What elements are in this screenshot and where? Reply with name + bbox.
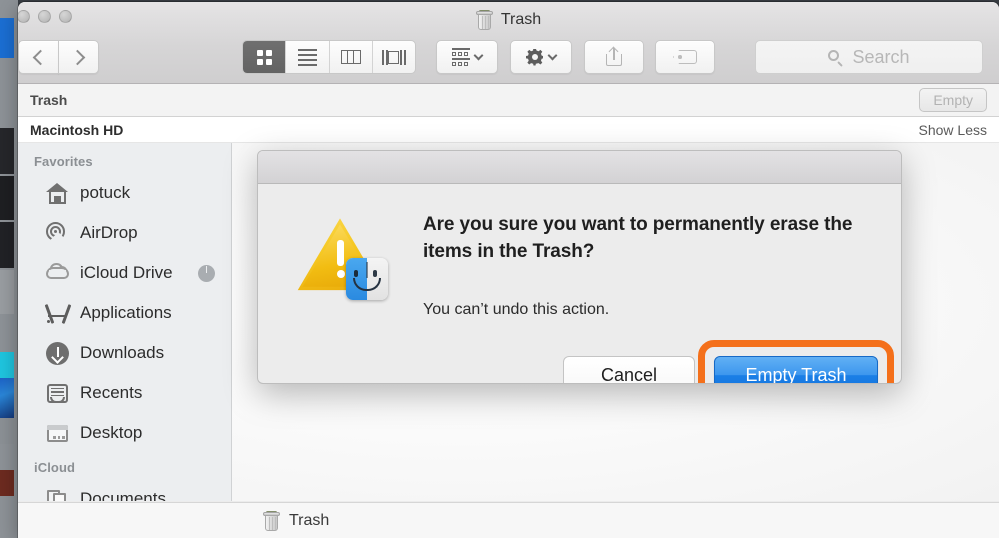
sidebar-item-potuck[interactable]: potuck (18, 173, 231, 213)
sync-progress-icon[interactable] (198, 264, 215, 282)
sidebar-item-label: Documents (80, 489, 166, 501)
sidebar-item-label: iCloud Drive (80, 263, 173, 282)
sidebar-heading-favorites: Favorites (34, 154, 93, 169)
empty-trash-button[interactable]: Empty Trash (714, 356, 878, 383)
grid-icon (256, 49, 272, 65)
cancel-button[interactable]: Cancel (563, 356, 695, 383)
sidebar: Favorites potuck AirDrop iCloud Drive Ap… (18, 143, 232, 501)
window-titlebar[interactable]: Trash Search (18, 2, 999, 84)
action-menu-button[interactable] (510, 40, 572, 74)
warning-triangle-icon (296, 216, 388, 300)
dialog-content: Are you sure you want to permanently era… (258, 184, 901, 383)
background-image-strip (0, 378, 14, 418)
arrange-icon (452, 48, 470, 66)
trash-icon (475, 10, 493, 30)
gear-icon (526, 48, 543, 66)
background-window-accent (0, 18, 14, 58)
search-input[interactable]: Search (755, 40, 983, 74)
chevron-down-icon (473, 50, 484, 61)
sidebar-item-applications[interactable]: Applications (18, 293, 231, 333)
search-placeholder: Search (852, 46, 910, 67)
sidebar-item-label: potuck (80, 183, 131, 202)
trash-header-title: Trash (30, 92, 68, 108)
airdrop-icon (46, 221, 69, 249)
share-button[interactable] (584, 40, 644, 74)
list-icon (297, 48, 317, 66)
background-window-panel (0, 418, 14, 444)
finder-face-icon (346, 258, 388, 300)
sidebar-item-label: Applications (80, 303, 172, 322)
sidebar-item-icloud-drive[interactable]: iCloud Drive (18, 253, 231, 293)
documents-icon (46, 488, 69, 501)
desktop-background (0, 0, 18, 538)
chevron-left-icon (32, 49, 48, 65)
sidebar-item-downloads[interactable]: Downloads (18, 333, 231, 373)
show-less-link[interactable]: Show Less (919, 122, 987, 138)
recents-icon (46, 382, 69, 405)
finder-window: Trash Search Trash Empty Macintosh HD Sh… (18, 2, 999, 538)
background-image-strip (0, 352, 14, 380)
search-icon (828, 49, 844, 67)
empty-button[interactable]: Empty (919, 88, 987, 112)
home-icon (46, 182, 69, 205)
background-window-panel (0, 470, 14, 496)
background-window-panel (0, 176, 14, 220)
sidebar-item-label: Recents (80, 383, 143, 402)
gallery-icon (381, 49, 406, 65)
gallery-view-button[interactable] (373, 41, 415, 73)
erase-confirmation-dialog: Are you sure you want to permanently era… (257, 150, 902, 384)
path-bar: Trash (18, 502, 999, 538)
chevron-right-icon (69, 49, 85, 65)
icon-view-button[interactable] (243, 41, 287, 73)
page-title: Trash (18, 8, 999, 32)
sidebar-item-label: Desktop (80, 423, 143, 442)
volume-row[interactable]: Macintosh HD Show Less (18, 117, 999, 143)
downloads-icon (46, 341, 69, 365)
background-window-panel (0, 270, 14, 314)
volume-name: Macintosh HD (30, 121, 124, 138)
cloud-icon (46, 262, 69, 285)
background-window-panel (0, 222, 14, 268)
dialog-titlebar (258, 151, 901, 184)
share-icon (606, 46, 622, 66)
dialog-subtext: You can’t undo this action. (423, 301, 610, 318)
arrange-button[interactable] (436, 40, 498, 74)
sidebar-item-documents[interactable]: Documents (18, 479, 231, 501)
dialog-heading: Are you sure you want to permanently era… (423, 214, 853, 262)
view-mode-group (242, 40, 416, 74)
sidebar-item-label: AirDrop (80, 223, 138, 242)
desktop-icon (46, 422, 69, 445)
chevron-down-icon (547, 50, 558, 61)
trash-header-bar: Trash Empty (18, 84, 999, 117)
sidebar-item-desktop[interactable]: Desktop (18, 413, 231, 453)
sidebar-heading-icloud: iCloud (34, 460, 76, 475)
list-view-button[interactable] (286, 41, 330, 73)
column-view-button[interactable] (330, 41, 373, 73)
applications-icon (44, 302, 71, 325)
tag-icon (673, 50, 697, 64)
sidebar-item-label: Downloads (80, 343, 165, 362)
tag-button[interactable] (655, 40, 715, 74)
trash-icon (263, 510, 280, 531)
columns-icon (340, 50, 361, 64)
background-window-panel (0, 128, 14, 174)
toolbar: Search (18, 34, 999, 82)
window-title-label: Trash (500, 11, 542, 28)
sidebar-item-recents[interactable]: Recents (18, 373, 231, 413)
path-bar-label: Trash (289, 511, 330, 529)
sidebar-item-airdrop[interactable]: AirDrop (18, 213, 231, 253)
forward-button[interactable] (58, 40, 99, 74)
back-button[interactable] (18, 40, 59, 74)
